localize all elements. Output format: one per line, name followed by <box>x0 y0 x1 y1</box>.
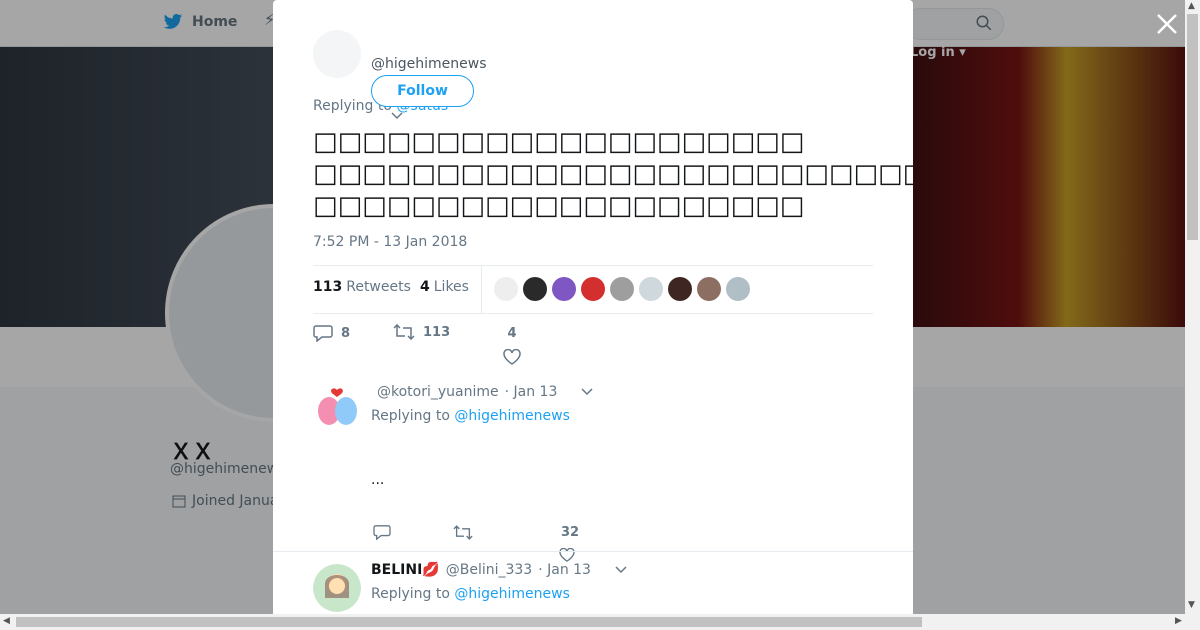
reply-handle[interactable]: @kotori_yuanime <box>377 384 499 400</box>
reply-date[interactable]: · Jan 13 <box>505 384 558 400</box>
retweets-stat[interactable]: 113 Retweets <box>313 279 411 295</box>
liker-avatar[interactable] <box>523 277 547 301</box>
reply-like-count: 32 <box>561 525 580 540</box>
close-icon[interactable] <box>1155 12 1179 36</box>
horizontal-scroll-thumb[interactable] <box>16 617 922 627</box>
likes-count: 4 <box>420 279 430 295</box>
replying-to-link[interactable]: @higehimenews <box>454 408 570 424</box>
stats-divider <box>481 266 482 313</box>
replying-prefix: Replying to <box>371 586 455 602</box>
scroll-right-arrow-icon[interactable]: ▶ <box>1175 616 1182 626</box>
replying-prefix: Replying to <box>371 408 455 424</box>
vertical-scrollbar[interactable]: ▲ ▼ <box>1185 0 1200 614</box>
liker-avatar[interactable] <box>494 277 518 301</box>
reply-date[interactable]: · Jan 13 <box>538 562 591 578</box>
reply-handle[interactable]: @Belini_333 <box>446 562 532 578</box>
scroll-up-arrow-icon[interactable]: ▲ <box>1188 1 1195 11</box>
vertical-scroll-thumb[interactable] <box>1187 14 1198 240</box>
liker-avatar[interactable] <box>697 277 721 301</box>
reply-action[interactable]: 8 <box>313 324 350 342</box>
like-action[interactable]: 4 <box>503 326 521 365</box>
retweet-icon[interactable] <box>453 525 473 540</box>
likes-label: Likes <box>433 279 469 295</box>
follow-button[interactable]: Follow <box>371 75 474 107</box>
replying-to-link[interactable]: @higehimenews <box>454 586 570 602</box>
likes-stat[interactable]: 4 Likes <box>420 279 469 295</box>
likers-avatars <box>494 277 750 301</box>
retweet-count: 113 <box>423 324 451 340</box>
tweet-text-line: □□□□□□□□□□□□□□□□□□□□ <box>313 191 805 221</box>
liker-avatar[interactable] <box>552 277 576 301</box>
retweet-action[interactable]: 113 <box>393 324 450 340</box>
tweet-modal: @higehimenews Replying to @sutus Follow … <box>273 0 913 614</box>
liker-avatar[interactable] <box>610 277 634 301</box>
tweet-timestamp[interactable]: 7:52 PM - 13 Jan 2018 <box>313 234 467 250</box>
reply-count: 8 <box>341 325 351 341</box>
tweet-author-avatar[interactable] <box>313 30 361 78</box>
horizontal-scrollbar[interactable]: ◀ ▶ <box>0 614 1200 630</box>
tweet-author-handle[interactable]: @higehimenews <box>371 56 487 72</box>
like-count: 4 <box>507 326 517 341</box>
chevron-down-icon[interactable] <box>597 566 627 574</box>
scroll-down-arrow-icon[interactable]: ▼ <box>1188 600 1195 610</box>
reply-icon <box>313 325 333 342</box>
reply-item[interactable]: @kotori_yuanime · Jan 13 Replying to @hi… <box>273 374 913 562</box>
reply-actions: 32 <box>371 524 611 562</box>
tweet-text: □□□□□□□□□□□□□□□□□□□□ □□□□□□□□□□□□□□□□□□□… <box>313 126 913 222</box>
liker-avatar[interactable] <box>639 277 663 301</box>
liker-avatar[interactable] <box>581 277 605 301</box>
heart-icon <box>503 349 521 365</box>
reply-avatar[interactable] <box>313 564 361 612</box>
tweet-text-line: □□□□□□□□□□□□□□□□□□□□ <box>313 127 805 157</box>
reply-text: ... <box>371 472 385 488</box>
reply-header: BELINI💋 @Belini_333 · Jan 13 <box>371 562 627 578</box>
chevron-down-icon[interactable] <box>391 112 403 120</box>
tweet-actions: 8 113 4 <box>313 324 613 365</box>
scroll-left-arrow-icon[interactable]: ◀ <box>3 616 10 626</box>
tweet-text-line: □□□□□□□□□□□□□□□□□□□□□□□□□□□□□□□□□□□□□□□□… <box>313 159 913 189</box>
reply-replying-to: Replying to @higehimenews <box>371 586 570 602</box>
retweet-icon <box>393 324 415 340</box>
retweets-count: 113 <box>313 279 343 295</box>
reply-display-name[interactable]: BELINI💋 <box>371 562 440 578</box>
reply-replying-to: Replying to @higehimenews <box>371 408 570 424</box>
retweets-label: Retweets <box>346 279 411 295</box>
tweet-stats: 113 Retweets 4 Likes <box>313 265 873 314</box>
reply-item[interactable]: BELINI💋 @Belini_333 · Jan 13 Replying to… <box>273 551 913 614</box>
liker-avatar[interactable] <box>726 277 750 301</box>
liker-avatar[interactable] <box>668 277 692 301</box>
reply-icon[interactable] <box>373 524 391 540</box>
reply-header: @kotori_yuanime · Jan 13 <box>371 384 593 400</box>
reply-avatar[interactable] <box>313 384 361 432</box>
chevron-down-icon[interactable] <box>563 388 593 396</box>
